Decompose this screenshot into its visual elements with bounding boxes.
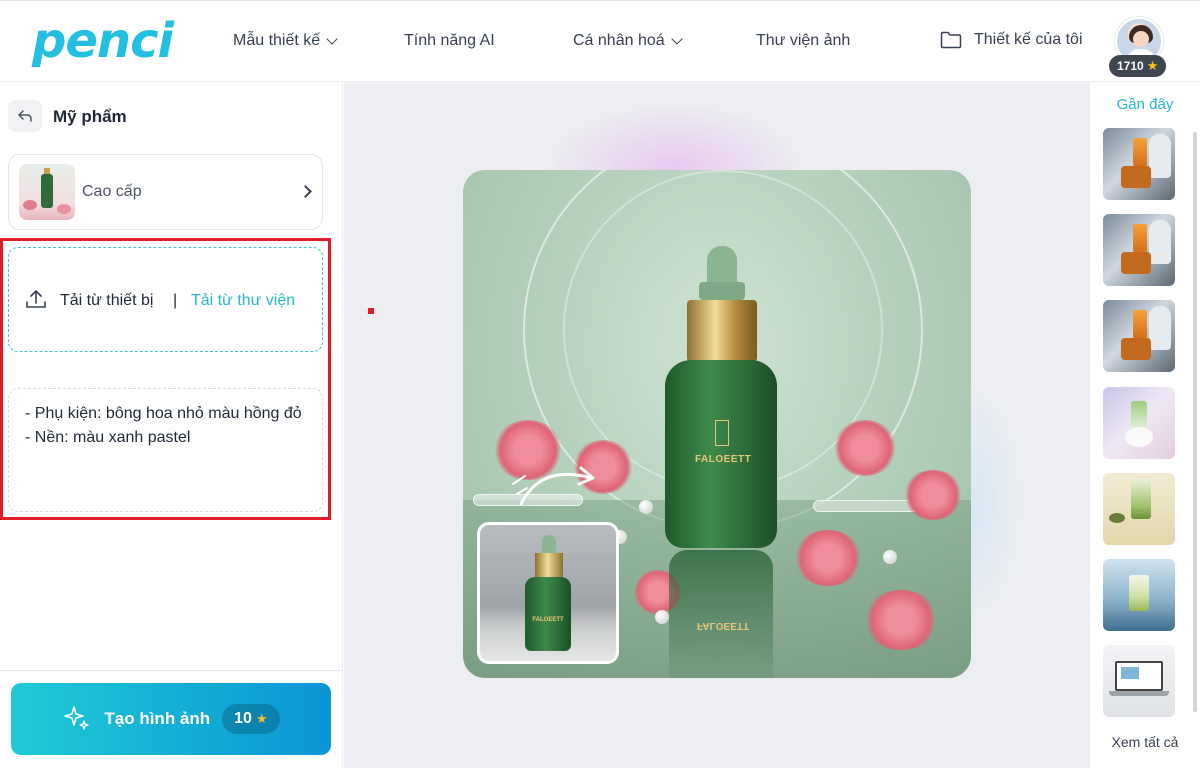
pink-flower [793,530,863,586]
penci-logo[interactable]: penci [32,13,174,69]
back-button[interactable] [8,100,42,132]
my-designs-link[interactable]: Thiết kế của tôi [940,31,1083,49]
recent-rail: Gần đây Xem tất cả [1090,82,1200,768]
bottle-cap [687,300,757,362]
recent-thumbnail[interactable] [1103,300,1175,372]
points-badge[interactable]: 1710 ★ [1109,55,1167,77]
pearl [655,610,669,624]
category-title: Mỹ phẩm [53,107,127,126]
upload-from-library-link[interactable]: Tải từ thư viện [191,292,295,310]
chevron-down-icon [326,33,338,45]
dropper-bulb [707,246,737,286]
generate-cost-badge: 10 ★ [222,704,280,734]
style-thumbnail [19,164,75,220]
nav-personalize[interactable]: Cá nhân hoá [573,32,683,50]
prompt-textarea[interactable]: - Phụ kiện: bông hoa nhỏ màu hồng đỏ - N… [8,388,323,512]
recent-thumbnail[interactable] [1103,645,1175,717]
pink-flower [863,590,939,650]
generate-image-label: Tạo hình ảnh [104,709,211,728]
top-header: penci Mẫu thiết kế Tính năng AI Cá nhân … [0,0,1200,82]
upload-icon [26,290,46,308]
back-arrow-icon [18,110,32,122]
recent-thumbnail[interactable] [1103,559,1175,631]
see-all-link[interactable]: Xem tất cả [1090,734,1200,750]
upload-from-device-link[interactable]: Tải từ thiết bị [60,292,153,310]
left-sidebar: Mỹ phẩm Cao cấp Tải từ thiết bị | Tải từ… [0,82,343,768]
pink-flower [833,420,897,476]
recent-title: Gần đây [1116,96,1174,113]
pink-flower [903,470,963,520]
chevron-down-icon [670,33,683,45]
curved-arrow-icon [512,466,595,506]
rail-scrollbar[interactable] [1193,132,1197,712]
source-bottle-label: FALOEETT [532,617,564,623]
sparkle-icon [64,706,90,730]
generate-image-button[interactable]: Tạo hình ảnh 10 ★ [11,683,331,755]
pearl [883,550,897,564]
preview-canvas: FALOEETT FALOEETT FALOEETT [344,82,1090,768]
source-image-thumbnail[interactable]: FALOEETT [477,522,619,664]
star-icon: ★ [1146,58,1159,73]
dropper-collar [699,282,745,300]
pearl [639,500,653,514]
recent-thumbnail[interactable] [1103,128,1175,200]
nav-ai-features-label: Tính năng AI [404,32,495,49]
generated-image-preview[interactable]: FALOEETT FALOEETT FALOEETT [463,170,971,678]
points-value: 1710 [1117,59,1144,73]
nav-image-library-label: Thư viện ảnh [756,32,851,49]
my-designs-label: Thiết kế của tôi [974,31,1083,48]
recent-thumbnail[interactable] [1103,473,1175,545]
nav-image-library[interactable]: Thư viện ảnh [756,32,850,50]
cursor-marker [368,308,374,314]
recent-thumbnail[interactable] [1103,214,1175,286]
sidebar-divider [0,670,343,671]
style-label: Cao cấp [82,183,142,200]
star-icon: ★ [255,711,268,726]
nav-templates-label: Mẫu thiết kế [233,32,321,49]
chevron-right-icon [299,185,312,198]
nav-ai-features[interactable]: Tính năng AI [404,32,495,50]
bottle-reflection [669,550,773,678]
upload-separator: | [173,292,178,309]
nav-templates[interactable]: Mẫu thiết kế [233,32,338,50]
reflection-label: FALOEETT [696,620,750,631]
bottle-emblem [715,420,729,446]
style-selector-card[interactable]: Cao cấp [8,154,323,230]
bottle-label: FALOEETT [695,454,752,465]
nav-personalize-label: Cá nhân hoá [573,32,665,49]
upload-dropzone[interactable]: Tải từ thiết bị | Tải từ thư viện [8,247,323,352]
recent-thumbnail[interactable] [1103,387,1175,459]
generate-cost-value: 10 [234,710,252,727]
folder-icon [940,31,962,49]
